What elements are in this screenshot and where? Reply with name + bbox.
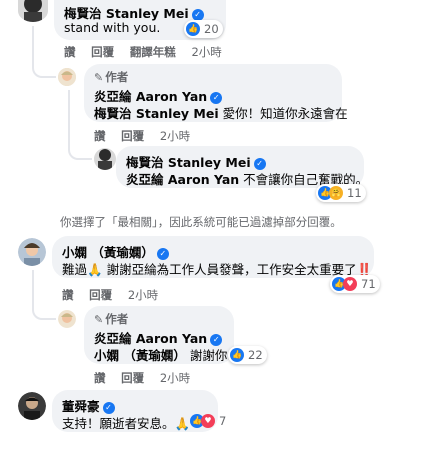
reply-button[interactable]: 回覆 [121,371,144,385]
reply-body: 謝謝你 [185,348,228,363]
like-reaction-icon: 👍 [186,22,200,36]
filter-notice[interactable]: 你選擇了「最相關」，因此系統可能已過濾掉部分回覆。 [60,214,342,230]
comment-author-name[interactable]: 小嫻 （黃瑜嫻） [62,245,154,260]
verified-badge-icon: ✓ [156,247,169,260]
author-tag: ✎ 作者 [94,312,129,326]
translate-button[interactable]: 翻譯年糕 [130,45,176,59]
like-button[interactable]: 讚 [62,288,74,302]
reply-text: 小嫻 （黃瑜嫻） 謝謝你 [94,345,227,364]
avatar-aaron-yan[interactable] [58,310,76,328]
pen-icon: ✎ [94,313,104,326]
verified-badge-icon: ✓ [102,401,115,414]
thread-line [32,270,56,320]
reply-actions: 讚 回覆 2小時 [94,370,202,386]
author-tag: ✎ 作者 [94,70,129,84]
verified-badge-icon: ✓ [210,91,223,104]
reaction-count: 71 [361,277,376,291]
reply-author-name[interactable]: 炎亞綸 Aaron Yan [94,89,207,104]
comment-actions: 讚 回覆 翻譯年糕 2小時 [64,44,234,60]
verified-badge-icon: ✓ [253,157,266,170]
reply-bubble-1: ✎ 作者 炎亞綸 Aaron Yan ✓ 梅賢治 Stanley Mei 愛你！知道… [84,64,348,122]
like-button[interactable]: 讚 [64,45,76,59]
reply-body: 愛你！知道你永遠會在 [218,106,348,121]
timestamp[interactable]: 2小時 [160,371,190,385]
verified-badge-icon: ✓ [210,333,223,346]
avatar-aaron-yan[interactable] [58,68,76,86]
reply-button[interactable]: 回覆 [91,45,114,59]
reply-author-name[interactable]: 炎亞綸 Aaron Yan [94,331,207,346]
avatar-stanley-mei[interactable] [94,148,116,170]
comment-text: 支持！願逝者安息。🙏 [62,416,191,431]
reply-bubble-3: ✎ 作者 炎亞綸 Aaron Yan ✓ 小嫻 （黃瑜嫻） 謝謝你 [84,306,234,364]
reply-button[interactable]: 回覆 [121,129,144,143]
comment-bubble-2: 小嫻 （黃瑜嫻） ✓ 難過🙏 謝謝亞綸為工作人員發聲，工作安全太重要了‼️ [52,236,374,278]
like-button[interactable]: 讚 [94,371,106,385]
love-reaction-icon: ♥ [201,414,215,428]
comment-author-name[interactable]: 董舜豪 [62,399,100,414]
avatar-xiaoxian[interactable] [18,238,46,266]
reaction-summary[interactable]: 👍 ♥ 71 [330,275,380,293]
avatar-stanley-mei[interactable] [18,0,48,22]
comment-text: stand with you. [64,20,161,35]
mention-link[interactable]: 小嫻 （黃瑜嫻） [94,348,186,363]
comment-actions: 讚 回覆 2小時 [62,287,170,303]
reaction-count: 7 [219,414,227,428]
like-reaction-icon: 👍 [230,348,244,362]
reply-text: 梅賢治 Stanley Mei 愛你！知道你永遠會在 [94,103,348,122]
avatar-dong-shunhao[interactable] [18,392,46,420]
timestamp[interactable]: 2小時 [128,288,158,302]
like-button[interactable]: 讚 [94,129,106,143]
pray-emoji-icon: 🙏 [87,262,103,277]
timestamp[interactable]: 2小時 [160,129,190,143]
reply-button[interactable]: 回覆 [89,288,112,302]
comment-text: 難過🙏 謝謝亞綸為工作人員發聲，工作安全太重要了‼️ [62,262,373,277]
reaction-summary[interactable]: 👍 22 [228,346,267,364]
reaction-summary[interactable]: 👍 ♥ 7 [188,412,230,430]
pen-icon: ✎ [94,71,104,84]
love-reaction-icon: ♥ [343,277,357,291]
reaction-count: 22 [248,348,263,362]
timestamp[interactable]: 2小時 [191,45,221,59]
reply-author-name[interactable]: 梅賢治 Stanley Mei [126,155,251,170]
verified-badge-icon: ✓ [191,8,204,21]
comment-author-name[interactable]: 梅賢治 Stanley Mei [64,6,189,21]
care-reaction-icon: 🤗 [329,186,343,200]
reaction-summary[interactable]: 👍 20 [184,20,223,38]
reaction-count: 11 [347,186,362,200]
thread-line [68,90,92,160]
mention-link[interactable]: 炎亞綸 Aaron Yan [126,172,239,187]
reply-bubble-2: 梅賢治 Stanley Mei ✓ 炎亞綸 Aaron Yan 不會讓你自己奮戰的… [116,146,368,188]
thread-line [32,26,56,78]
mention-link[interactable]: 梅賢治 Stanley Mei [94,106,219,121]
reply-actions: 讚 回覆 2小時 [94,128,202,144]
reaction-summary[interactable]: 👍 🤗 11 [316,184,366,202]
reaction-count: 20 [204,22,219,36]
